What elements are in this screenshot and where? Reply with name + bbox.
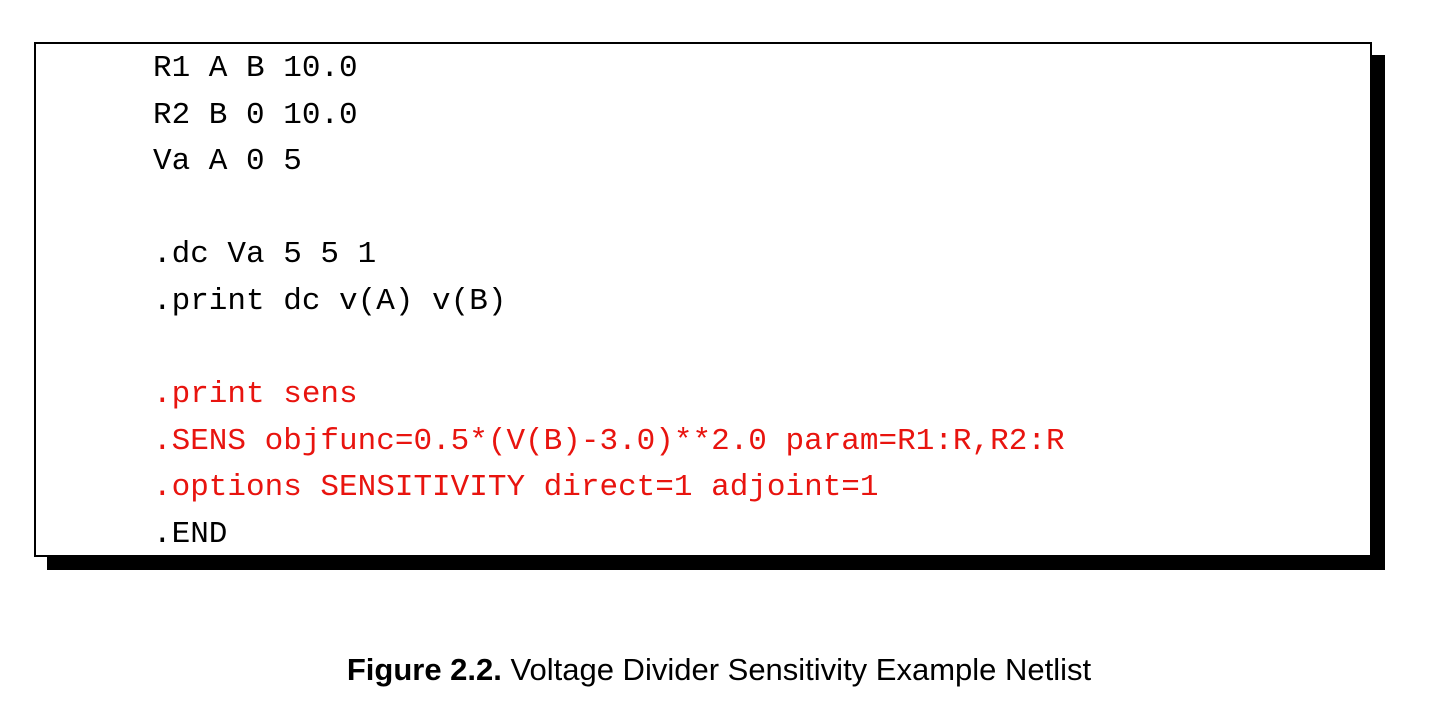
netlist-line-highlighted: .SENS objfunc=0.5*(V(B)-3.0)**2.0 param=… <box>153 423 1065 459</box>
netlist-line-blank <box>153 186 1065 233</box>
netlist-line-highlighted: .options SENSITIVITY direct=1 adjoint=1 <box>153 470 879 506</box>
netlist-line-highlighted: .print sens <box>153 377 358 413</box>
netlist-box: R1 A B 10.0 R2 B 0 10.0 Va A 0 5 .dc Va … <box>34 42 1372 557</box>
figure-caption-label: Figure 2.2. <box>346 652 502 687</box>
netlist-line: Va A 0 5 <box>153 144 302 180</box>
netlist-line: .print dc v(A) v(B) <box>153 283 507 319</box>
figure-caption: Figure 2.2. Voltage Divider Sensitivity … <box>0 652 1438 688</box>
figure-caption-text: Voltage Divider Sensitivity Example Netl… <box>510 652 1092 687</box>
netlist-code: R1 A B 10.0 R2 B 0 10.0 Va A 0 5 .dc Va … <box>153 46 1065 559</box>
netlist-line: .dc Va 5 5 1 <box>153 237 377 273</box>
netlist-line: R2 B 0 10.0 <box>153 97 358 133</box>
netlist-line: .END <box>153 516 228 552</box>
netlist-line-blank <box>153 326 1065 373</box>
netlist-line: R1 A B 10.0 <box>153 51 358 86</box>
